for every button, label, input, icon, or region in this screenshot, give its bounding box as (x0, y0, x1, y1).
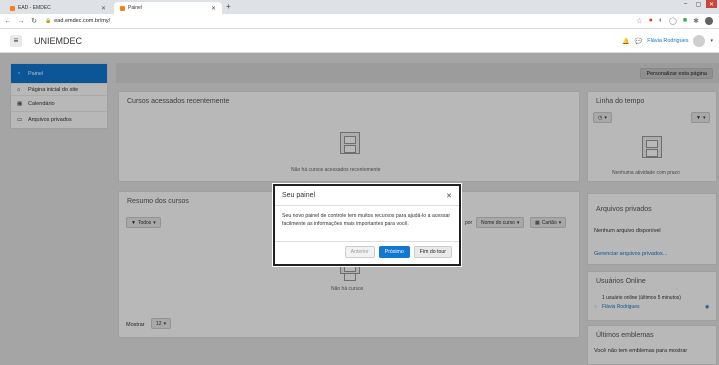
tab-close-icon[interactable]: ✕ (101, 5, 106, 12)
tour-dialog: Seu painel ✕ Seu novo painel de controle… (273, 184, 461, 266)
dialog-title: Seu painel (282, 192, 316, 199)
forward-icon[interactable]: → (16, 18, 26, 25)
extension-icon[interactable]: ◐ (659, 17, 663, 25)
hamburger-menu-icon[interactable]: ≡ (10, 34, 22, 47)
user-menu[interactable]: 🔔 💬 Flávia Rodrigues ▾ (622, 35, 713, 47)
site-header: ≡ UNIEMDEC 🔔 💬 Flávia Rodrigues ▾ (0, 29, 719, 53)
extension-icon[interactable]: ■ (683, 17, 687, 25)
moodle-favicon-icon (10, 5, 15, 11)
tab-label: Painel (128, 5, 142, 11)
back-icon[interactable]: ← (3, 18, 13, 25)
opera-extension-icon[interactable]: ● (649, 17, 653, 25)
new-tab-icon[interactable]: + (226, 2, 231, 11)
extension-icon[interactable]: ◯ (669, 17, 677, 25)
window-controls: – ▢ ✕ (680, 0, 717, 8)
browser-tab-ead[interactable]: EAD - EMDEC ✕ (4, 2, 112, 14)
extensions-area: ☆ ● ◐ ◯ ■ ✱ (636, 17, 713, 25)
maximize-icon[interactable]: ▢ (693, 0, 704, 8)
chat-icon[interactable]: 💬 (635, 38, 642, 45)
dialog-body: Seu novo painel de controle tem muitos r… (275, 206, 459, 242)
puzzle-extensions-icon[interactable]: ✱ (693, 17, 699, 25)
minimize-icon[interactable]: – (680, 0, 691, 8)
tab-label: EAD - EMDEC (18, 5, 51, 11)
url-text: ead.emdec.com.br/my/ (54, 18, 111, 24)
tab-close-icon[interactable]: ✕ (211, 5, 216, 12)
profile-avatar[interactable] (705, 17, 713, 25)
previous-button[interactable]: Anterior (344, 246, 375, 258)
chevron-down-icon[interactable]: ▾ (710, 38, 713, 44)
moodle-favicon-icon (120, 5, 125, 11)
window-close-icon[interactable]: ✕ (706, 0, 717, 8)
user-avatar[interactable] (693, 35, 706, 47)
dialog-header: Seu painel ✕ (275, 186, 459, 206)
site-name[interactable]: UNIEMDEC (34, 36, 82, 46)
lock-icon: 🔒 (45, 18, 52, 24)
bookmark-star-icon[interactable]: ☆ (636, 17, 642, 25)
next-button[interactable]: Próximo (378, 246, 410, 258)
browser-tab-painel[interactable]: Painel ✕ (114, 2, 222, 14)
dialog-footer: Anterior Próximo Fim do tour (344, 246, 452, 258)
address-bar[interactable]: 🔒 ead.emdec.com.br/my/ (45, 18, 110, 24)
end-tour-button[interactable]: Fim do tour (413, 246, 452, 258)
browser-toolbar: ← → ↻ 🔒 ead.emdec.com.br/my/ ☆ ● ◐ ◯ ■ ✱ (0, 14, 719, 29)
browser-tab-bar: EAD - EMDEC ✕ Painel ✕ + – ▢ ✕ (0, 0, 719, 14)
bell-icon[interactable]: 🔔 (622, 38, 629, 45)
user-name[interactable]: Flávia Rodrigues (647, 38, 688, 44)
close-icon[interactable]: ✕ (446, 192, 452, 200)
reload-icon[interactable]: ↻ (29, 17, 39, 25)
